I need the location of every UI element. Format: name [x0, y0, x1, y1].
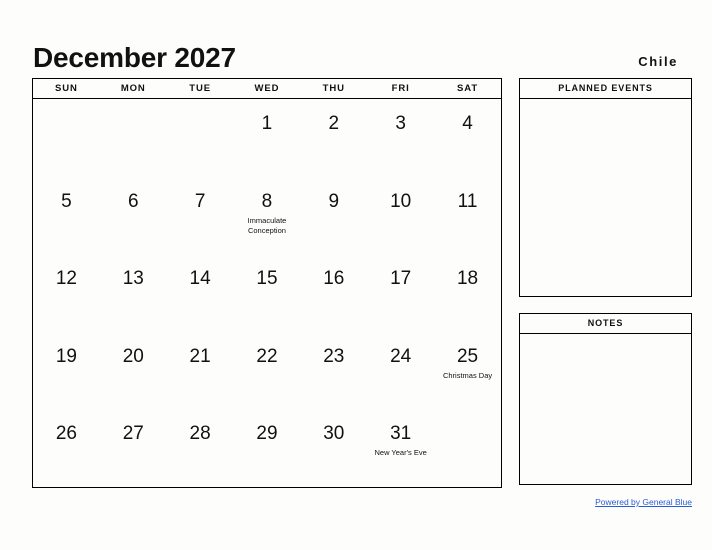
day-number: 27: [122, 423, 144, 444]
page-title: December 2027: [33, 42, 236, 73]
calendar-day-cell[interactable]: 23: [300, 332, 367, 410]
day-number: 7: [194, 190, 206, 212]
calendar-day-cell[interactable]: [434, 409, 501, 487]
calendar-day-cell[interactable]: 20: [100, 332, 167, 410]
calendar-day-cell[interactable]: 31 New Year's Eve: [367, 409, 434, 487]
calendar-day-cell[interactable]: 11: [434, 177, 501, 255]
day-number: 2: [328, 113, 340, 134]
day-number: 4: [462, 113, 473, 134]
weekday-header-sun: SUN: [33, 79, 100, 99]
country-label: Chile: [638, 54, 678, 69]
calendar-grid: SUN MON TUE WED THU FRI SAT 1 2 3 4 5 6 …: [32, 78, 502, 488]
day-number: 20: [122, 345, 144, 367]
weekday-header-fri: FRI: [367, 79, 435, 99]
calendar-week-row: 1 2 3 4: [33, 99, 501, 177]
calendar-day-cell[interactable]: 28: [167, 409, 234, 487]
day-number: 9: [328, 190, 340, 212]
day-number: 22: [256, 345, 278, 367]
calendar-day-cell[interactable]: [100, 99, 167, 177]
day-number: 11: [457, 190, 478, 212]
calendar-day-cell[interactable]: 17: [367, 254, 434, 332]
calendar-day-cell[interactable]: 14: [167, 254, 234, 332]
day-number: 31: [390, 423, 412, 444]
weekday-header-tue: TUE: [166, 79, 234, 99]
weekday-header-wed: WED: [233, 79, 301, 99]
planned-events-panel: PLANNED EVENTS: [519, 78, 692, 297]
calendar-day-cell[interactable]: 29: [234, 409, 301, 487]
day-number: 30: [323, 423, 345, 444]
notes-body[interactable]: [520, 334, 691, 484]
calendar-day-cell[interactable]: 15: [234, 254, 301, 332]
weekday-header-mon: MON: [99, 79, 167, 99]
day-number: 26: [55, 423, 77, 444]
day-number: 8: [261, 190, 273, 212]
day-number: 13: [122, 268, 144, 289]
day-event: Christmas Day: [442, 370, 493, 380]
day-event: New Year's Eve: [374, 448, 427, 457]
day-number: 24: [390, 345, 412, 367]
calendar-week-row: 5 6 7 8 Immaculate Conception 9 10 11: [33, 177, 501, 255]
calendar-day-cell[interactable]: 7: [167, 177, 234, 255]
day-number: 10: [390, 190, 412, 212]
day-number: 25: [456, 345, 479, 367]
day-number: 5: [61, 190, 72, 212]
day-number: 21: [189, 345, 211, 367]
day-number: 29: [256, 423, 278, 444]
calendar-day-cell[interactable]: 5: [33, 177, 100, 255]
calendar-day-cell[interactable]: 12: [33, 254, 100, 332]
powered-by-link[interactable]: Powered by General Blue: [519, 497, 692, 507]
day-number: 28: [189, 423, 211, 444]
day-number: 1: [261, 113, 273, 134]
calendar-day-cell[interactable]: 26: [33, 409, 100, 487]
planned-events-body[interactable]: [520, 99, 691, 296]
day-number: 18: [456, 268, 479, 289]
calendar-body: 1 2 3 4 5 6 7 8 Immaculate Conception 9 1…: [33, 99, 501, 487]
day-event: Immaculate Conception: [247, 215, 287, 235]
page-header: December 2027 Chile: [33, 30, 678, 72]
calendar-week-row: 26 27 28 29 30 31 New Year's Eve: [33, 409, 501, 487]
calendar-day-cell[interactable]: 9: [300, 177, 367, 255]
day-number: 6: [127, 190, 139, 212]
calendar-day-cell[interactable]: 13: [100, 254, 167, 332]
calendar-table: SUN MON TUE WED THU FRI SAT 1 2 3 4 5 6 …: [33, 79, 501, 487]
day-number: 12: [55, 268, 77, 289]
calendar-week-row: 19 20 21 22 23 24 25 Christmas Day: [33, 332, 501, 410]
day-number: 17: [390, 268, 412, 289]
calendar-day-cell[interactable]: 22: [234, 332, 301, 410]
weekday-header-sat: SAT: [434, 79, 501, 99]
notes-panel: NOTES: [519, 313, 692, 485]
calendar-page: December 2027 Chile SUN MON TUE WED THU …: [0, 0, 712, 550]
calendar-week-row: 12 13 14 15 16 17 18: [33, 254, 501, 332]
calendar-day-cell[interactable]: 4: [434, 99, 501, 177]
calendar-day-cell[interactable]: 19: [33, 332, 100, 410]
day-number: 23: [323, 345, 345, 367]
day-number: 15: [256, 268, 278, 289]
day-number: 19: [55, 345, 77, 367]
calendar-day-cell[interactable]: 6: [100, 177, 167, 255]
calendar-day-cell[interactable]: [167, 99, 234, 177]
calendar-day-cell[interactable]: 24: [367, 332, 434, 410]
calendar-day-cell[interactable]: 10: [367, 177, 434, 255]
calendar-day-cell[interactable]: 30: [300, 409, 367, 487]
calendar-day-cell[interactable]: 8 Immaculate Conception: [234, 177, 301, 255]
planned-events-title: PLANNED EVENTS: [520, 79, 691, 99]
day-number: 14: [189, 268, 211, 289]
day-number: 16: [323, 268, 345, 289]
calendar-day-cell[interactable]: 16: [300, 254, 367, 332]
weekday-header-thu: THU: [300, 79, 368, 99]
calendar-day-cell[interactable]: 18: [434, 254, 501, 332]
calendar-day-cell[interactable]: 1: [234, 99, 301, 177]
calendar-day-cell[interactable]: 2: [300, 99, 367, 177]
calendar-day-cell[interactable]: 21: [167, 332, 234, 410]
calendar-day-cell[interactable]: 25 Christmas Day: [434, 332, 501, 410]
calendar-day-cell[interactable]: [33, 99, 100, 177]
calendar-day-cell[interactable]: 27: [100, 409, 167, 487]
notes-title: NOTES: [520, 314, 691, 334]
calendar-header-row: SUN MON TUE WED THU FRI SAT: [33, 79, 501, 99]
day-number: 3: [395, 113, 406, 134]
calendar-day-cell[interactable]: 3: [367, 99, 434, 177]
